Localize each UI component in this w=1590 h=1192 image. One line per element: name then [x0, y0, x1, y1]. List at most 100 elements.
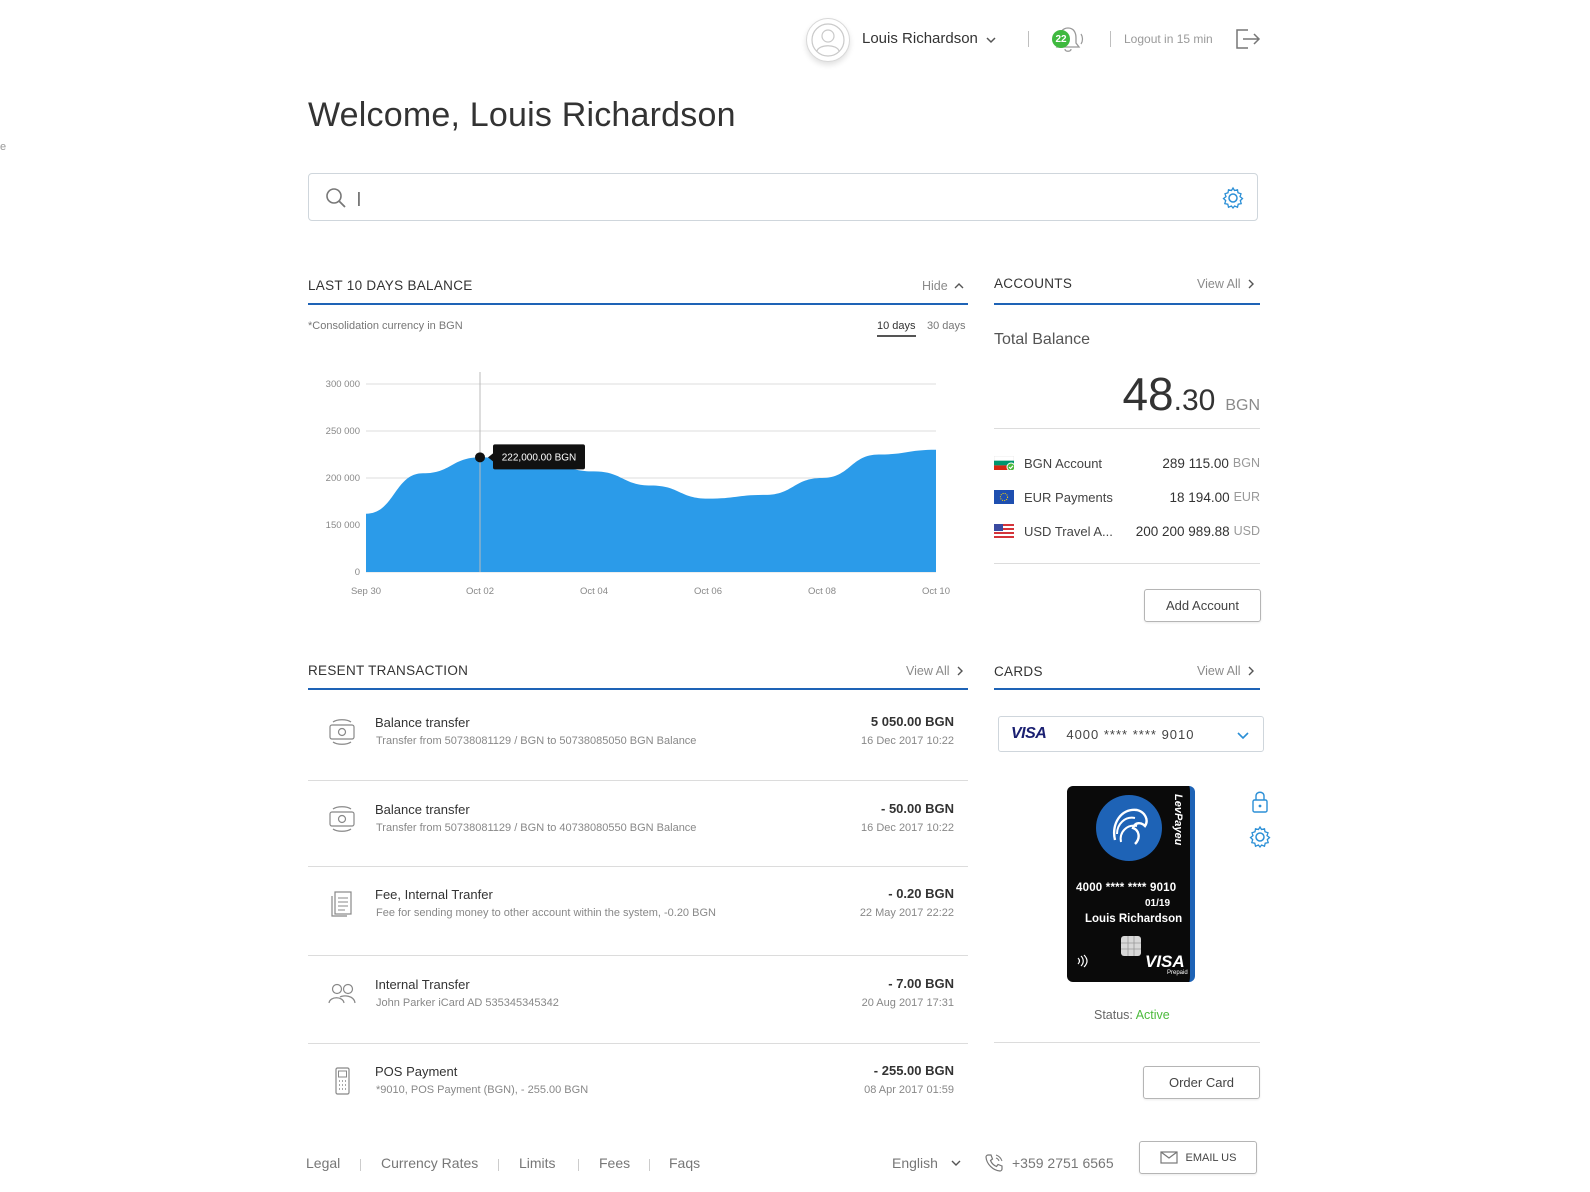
- avatar[interactable]: [806, 18, 850, 62]
- x-tick-label: Oct 10: [922, 586, 950, 597]
- envelope-icon: [1159, 1151, 1178, 1164]
- hide-label: Hide: [922, 279, 948, 293]
- transaction-title: Internal Transfer: [375, 977, 470, 992]
- user-name[interactable]: Louis Richardson: [862, 30, 978, 47]
- tab-10-days[interactable]: 10 days: [877, 320, 916, 337]
- chevron-down-icon[interactable]: [984, 33, 998, 47]
- card-image[interactable]: LevPayeu 4000 **** **** 9010 01/19 Louis…: [1067, 786, 1195, 982]
- card-brand-sub: Prepaid: [1167, 970, 1188, 976]
- card-select[interactable]: VISA 4000 **** **** 9010: [998, 716, 1264, 752]
- add-account-button[interactable]: Add Account: [1144, 589, 1261, 622]
- transaction-amount: 5 050.00 BGN: [870, 714, 954, 729]
- view-all-label: View All: [1197, 277, 1241, 291]
- header-divider: [1028, 31, 1029, 47]
- language-select[interactable]: English: [892, 1155, 962, 1171]
- card-select-number: 4000 **** **** 9010: [1066, 726, 1195, 742]
- transaction-row[interactable]: Balance transfer Transfer from 507380811…: [308, 780, 968, 866]
- x-tick-label: Oct 08: [808, 586, 836, 597]
- account-currency: BGN: [1232, 456, 1260, 470]
- balance-chart: 0 150 000 200 000 250 000 300 000 Sep 30 Oct 0…: [326, 372, 950, 597]
- order-card-button[interactable]: Order Card: [1143, 1066, 1260, 1099]
- chevron-right-icon: [1248, 666, 1254, 676]
- x-tick-label: Oct 02: [466, 586, 494, 597]
- card-status: Status: Active: [1094, 1008, 1170, 1022]
- footer-divider: [649, 1159, 650, 1171]
- transaction-title: Fee, Internal Tranfer: [375, 887, 493, 902]
- y-tick-label: 250 000: [326, 426, 360, 437]
- footer-divider: [578, 1159, 579, 1171]
- logout-icon[interactable]: [1234, 27, 1262, 51]
- transaction-description: John Parker iCard AD 535345345342: [376, 997, 559, 1009]
- lock-icon[interactable]: [1250, 790, 1270, 814]
- transaction-description: *9010, POS Payment (BGN), - 255.00 BGN: [376, 1084, 589, 1096]
- chevron-down-icon: [951, 1160, 961, 1166]
- accounts-view-all[interactable]: View All: [1197, 277, 1255, 291]
- account-currency: EUR: [1233, 490, 1260, 504]
- email-us-button[interactable]: EMAIL US: [1139, 1141, 1257, 1174]
- gear-icon[interactable]: [1221, 186, 1245, 210]
- account-amount: 18 194.00: [1169, 489, 1230, 505]
- footer-divider: [498, 1159, 499, 1171]
- divider: [994, 563, 1260, 564]
- users-icon: [328, 983, 356, 1004]
- footer-link-legal[interactable]: Legal: [306, 1155, 340, 1171]
- footer-link-currency-rates[interactable]: Currency Rates: [381, 1155, 478, 1171]
- account-name: EUR Payments: [1024, 489, 1113, 505]
- account-amount: 200 200 989.88: [1135, 523, 1230, 539]
- transaction-title: Balance transfer: [375, 802, 470, 817]
- edge-mark: e: [0, 141, 7, 153]
- pos-terminal-icon: [335, 1067, 350, 1095]
- contactless-icon: [1077, 954, 1088, 968]
- user-icon: [811, 23, 845, 57]
- footer-link-limits[interactable]: Limits: [519, 1155, 556, 1171]
- account-row[interactable]: BGN Account 289 115.00 BGN: [993, 453, 1260, 473]
- transaction-date: 20 Aug 2017 17:31: [861, 997, 954, 1009]
- card-brand: VISA: [1145, 952, 1185, 971]
- transaction-row[interactable]: POS Payment *9010, POS Payment (BGN), - …: [308, 1042, 968, 1128]
- transaction-row[interactable]: Fee, Internal Tranfer Fee for sending mo…: [308, 865, 968, 951]
- y-tick-label: 150 000: [326, 520, 360, 531]
- visa-logo: VISA: [1011, 725, 1047, 742]
- account-name: BGN Account: [1024, 455, 1103, 471]
- hide-chart-button[interactable]: Hide: [922, 279, 964, 293]
- consolidation-note: *Consolidation currency in BGN: [308, 320, 463, 332]
- transaction-description: Fee for sending money to other account w…: [376, 907, 716, 919]
- transactions-view-all[interactable]: View All: [906, 664, 964, 678]
- cards-view-all[interactable]: View All: [1197, 664, 1255, 678]
- logout-timer: Logout in 15 min: [1124, 32, 1213, 46]
- search-bar[interactable]: [308, 173, 1258, 221]
- status-value: Active: [1135, 1008, 1170, 1022]
- card-number: 4000 **** **** 9010: [1076, 882, 1177, 894]
- footer-link-fees[interactable]: Fees: [599, 1155, 630, 1171]
- search-icon: [326, 188, 346, 208]
- gear-icon[interactable]: [1248, 825, 1272, 849]
- footer-link-faqs[interactable]: Faqs: [669, 1155, 700, 1171]
- document-icon: [331, 891, 352, 917]
- card-holder: Louis Richardson: [1085, 913, 1183, 925]
- section-underline: [994, 688, 1260, 690]
- search-input[interactable]: [357, 186, 1207, 210]
- transaction-amount: - 255.00 BGN: [873, 1063, 954, 1078]
- y-tick-label: 0: [355, 567, 360, 578]
- transaction-row[interactable]: Internal Transfer John Parker iCard AD 5…: [308, 955, 968, 1041]
- tab-30-days[interactable]: 30 days: [927, 320, 966, 332]
- transaction-amount: - 7.00 BGN: [888, 976, 954, 991]
- account-row[interactable]: EUR Payments 18 194.00 EUR: [994, 487, 1260, 507]
- cards-section-title: CARDS: [994, 664, 1043, 679]
- account-row[interactable]: USD Travel A... 200 200 989.88 USD: [994, 521, 1260, 541]
- transaction-title: POS Payment: [375, 1064, 458, 1079]
- email-us-label: EMAIL US: [1185, 1151, 1237, 1164]
- page-title: Welcome, Louis Richardson: [308, 96, 736, 134]
- total-balance-dec: .30: [1173, 384, 1216, 417]
- accounts-section-title: ACCOUNTS: [994, 276, 1073, 291]
- section-underline: [308, 303, 968, 305]
- transaction-title: Balance transfer: [375, 715, 470, 730]
- transaction-date: 22 May 2017 22:22: [859, 907, 954, 919]
- account-name: USD Travel A...: [1024, 523, 1113, 539]
- phone-number[interactable]: +359 2751 6565: [1012, 1155, 1114, 1171]
- notification-badge: 22: [1052, 30, 1070, 48]
- x-tick-label: Oct 06: [694, 586, 722, 597]
- transaction-row[interactable]: Balance transfer Transfer from 507380811…: [308, 693, 968, 779]
- money-transfer-icon: [329, 806, 355, 832]
- chevron-up-icon: [954, 283, 964, 289]
